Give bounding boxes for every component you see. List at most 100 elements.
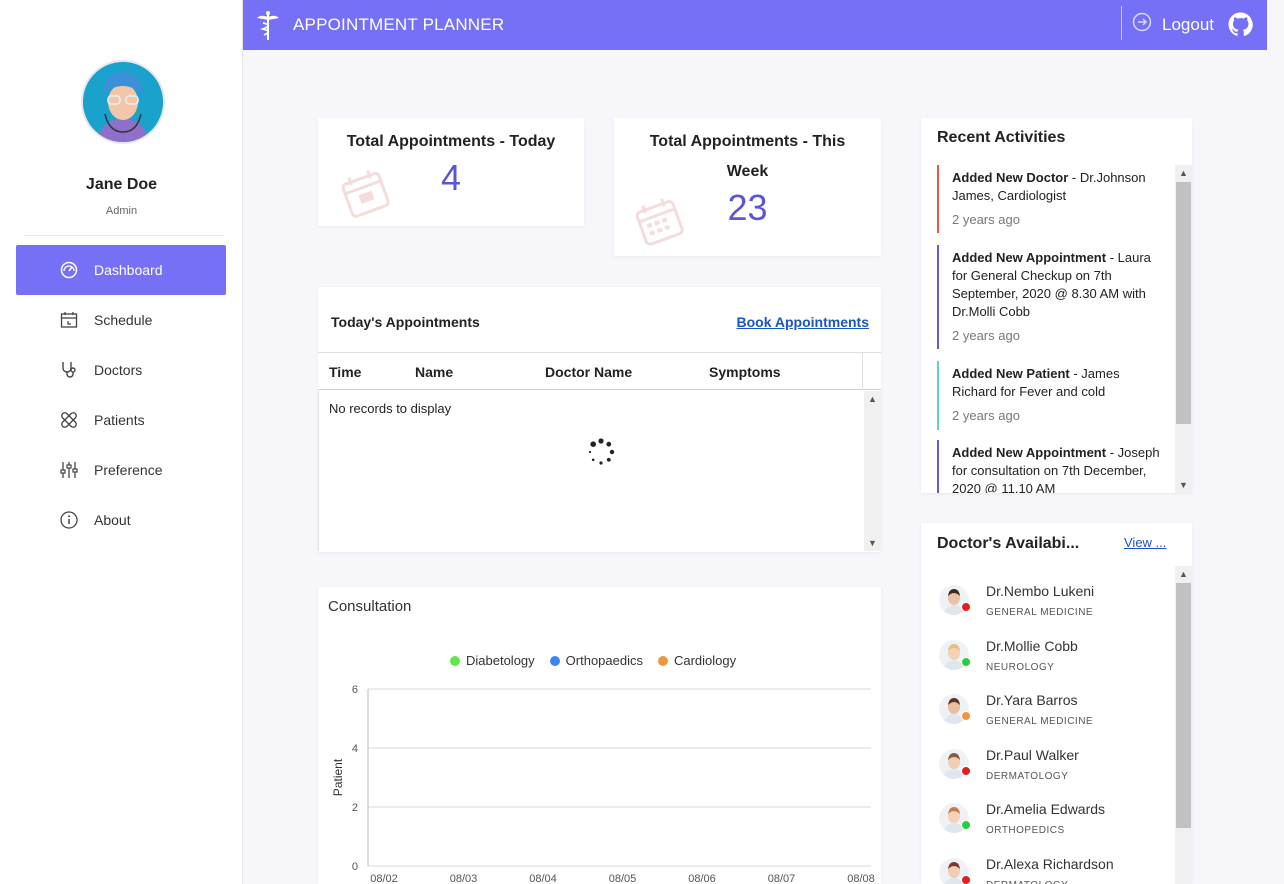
doctor-list-item[interactable]: Dr.Yara Barros GENERAL MEDICINE (939, 692, 1159, 742)
doctor-list-item[interactable]: Dr.Amelia Edwards ORTHOPEDICS (939, 801, 1159, 851)
view-all-link[interactable]: View ... (1124, 535, 1166, 550)
activity-item: Added New Appointment - Joseph for consu… (937, 440, 1161, 493)
activity-action: Added New Appointment (952, 445, 1107, 460)
consultation-card: Consultation Diabetology Orthopaedics Ca… (318, 587, 881, 884)
legend-dot-diabetology (450, 655, 460, 666)
activity-time: 2 years ago (952, 408, 1020, 423)
legend-label-cardiology[interactable]: Cardiology (674, 653, 736, 668)
activity-time: 2 years ago (952, 212, 1020, 227)
sidebar: Jane Doe Admin Dashboard Schedule Doctor… (0, 0, 243, 884)
empty-records-message: No records to display (329, 401, 452, 416)
y-tick-label: 6 (352, 684, 358, 696)
availability-status-dot (961, 820, 971, 830)
x-tick-label: 08/03 (450, 873, 478, 884)
app-title: APPOINTMENT PLANNER (293, 15, 505, 34)
logout-button[interactable]: Logout (1162, 15, 1214, 35)
activities-scrollbar[interactable]: ▲ ▼ (1175, 165, 1192, 493)
x-tick-label: 08/04 (529, 873, 557, 884)
consultation-chart: 0 2 4 6 08/02 08/03 08/04 08/05 08/06 08/07 08/08 P… (331, 684, 875, 884)
doctor-list-scrollbar[interactable]: ▲ (1175, 566, 1192, 884)
stat-title-week-line1: Total Appointments - This (649, 133, 846, 150)
availability-status-dot (961, 602, 971, 612)
appointments-scrollbar[interactable]: ▲ ▼ (864, 391, 881, 551)
availability-status-dot (961, 874, 971, 884)
scroll-up-arrow[interactable]: ▲ (864, 391, 881, 407)
sliders-icon (60, 462, 78, 478)
todays-appointments-card: Today's Appointments Book Appointments T… (318, 287, 881, 552)
dashboard-icon (60, 261, 78, 279)
stat-card-today: Total Appointments - Today 4 (318, 118, 584, 226)
doctor-list-item[interactable]: Dr.Mollie Cobb NEUROLOGY (939, 638, 1159, 688)
doctor-department: GENERAL MEDICINE (986, 607, 1094, 618)
doctor-name: Dr.Amelia Edwards (986, 801, 1106, 817)
availability-status-dot (961, 765, 971, 776)
sidebar-item-label: Doctors (94, 362, 143, 378)
stat-title-today: Total Appointments - Today (346, 133, 556, 150)
user-avatar[interactable] (83, 62, 163, 142)
column-header-doctor-name[interactable]: Doctor Name (545, 364, 632, 380)
y-tick-label: 0 (352, 861, 358, 873)
logout-icon[interactable] (1132, 12, 1152, 32)
bandage-icon (61, 412, 77, 428)
sidebar-item-preference[interactable]: Preference (16, 445, 226, 495)
column-header-symptoms[interactable]: Symptoms (709, 364, 781, 380)
scroll-down-arrow[interactable]: ▼ (864, 535, 881, 551)
book-appointments-link[interactable]: Book Appointments (737, 314, 869, 330)
doctor-list-item[interactable]: Dr.Nembo Lukeni GENERAL MEDICINE (939, 583, 1159, 633)
appointments-grid-body: No records to display (318, 391, 864, 551)
stethoscope-icon (62, 362, 76, 378)
doctor-availability-card: Doctor's Availabi... View ... Dr.Nembo L… (921, 523, 1192, 884)
scroll-down-arrow[interactable]: ▼ (1175, 477, 1192, 493)
sidebar-item-schedule[interactable]: Schedule (16, 295, 226, 345)
sidebar-item-patients[interactable]: Patients (16, 395, 226, 445)
header-divider (1121, 6, 1122, 40)
doctor-department: DERMATOLOGY (986, 770, 1069, 782)
recent-activities-title: Recent Activities (937, 129, 1066, 146)
scrollbar-thumb[interactable] (1176, 182, 1191, 424)
x-tick-label: 08/06 (688, 873, 716, 884)
sidebar-divider (24, 235, 224, 236)
github-icon[interactable] (1228, 12, 1253, 37)
header-scroll-spacer (862, 353, 863, 390)
sidebar-item-dashboard[interactable]: Dashboard (16, 245, 226, 295)
sidebar-item-doctors[interactable]: Doctors (16, 345, 226, 395)
activity-action: Added New Appointment (952, 250, 1107, 265)
recent-activities-card: Recent Activities Added New Doctor - Dr.… (921, 118, 1192, 493)
scroll-up-arrow[interactable]: ▲ (1175, 566, 1192, 582)
info-icon (60, 511, 78, 529)
activity-action: Added New Patient (952, 366, 1070, 381)
doctor-list-item[interactable]: Dr.Alexa Richardson DERMATOLOGY (939, 856, 1159, 884)
appointments-grid-header: Time Name Doctor Name Symptoms (318, 352, 881, 390)
calendar-watermark-icon (635, 198, 684, 246)
legend-dot-orthopaedics (549, 655, 560, 666)
sidebar-item-about[interactable]: About (16, 495, 226, 545)
y-tick-label: 2 (352, 802, 358, 814)
doctor-department: ORTHOPEDICS (986, 825, 1065, 836)
top-bar: APPOINTMENT PLANNER Logout (243, 0, 1267, 50)
doctor-availability-title: Doctor's Availabi... (937, 535, 1080, 552)
legend-dot-cardiology (657, 655, 668, 666)
column-header-name[interactable]: Name (415, 364, 453, 380)
legend-label-orthopaedics[interactable]: Orthopaedics (566, 653, 643, 668)
doctor-department: DERMATOLOGY (986, 880, 1068, 884)
y-tick-label: 4 (352, 743, 358, 755)
x-tick-label: 08/07 (768, 873, 796, 884)
sidebar-item-label: About (94, 512, 131, 528)
doctor-name: Dr.Alexa Richardson (986, 855, 1114, 872)
scrollbar-thumb[interactable] (1176, 583, 1191, 828)
scroll-up-arrow[interactable]: ▲ (1175, 165, 1192, 181)
x-tick-label: 08/02 (370, 873, 398, 884)
doctor-department: GENERAL MEDICINE (986, 716, 1094, 727)
sidebar-item-label: Patients (94, 412, 145, 428)
caduceus-logo-icon (257, 11, 279, 40)
sidebar-item-label: Dashboard (94, 262, 163, 278)
x-tick-label: 08/08 (847, 873, 875, 884)
x-tick-label: 08/05 (609, 873, 637, 884)
doctor-list-item[interactable]: Dr.Paul Walker DERMATOLOGY (939, 747, 1159, 797)
sidebar-nav: Dashboard Schedule Doctors Patients Pref… (16, 245, 226, 545)
activity-item: Added New Appointment - Laura for Genera… (937, 245, 1161, 349)
doctor-department: NEUROLOGY (986, 661, 1055, 673)
column-header-time[interactable]: Time (329, 364, 361, 380)
consultation-title: Consultation (328, 598, 412, 615)
legend-label-diabetology[interactable]: Diabetology (466, 653, 535, 668)
